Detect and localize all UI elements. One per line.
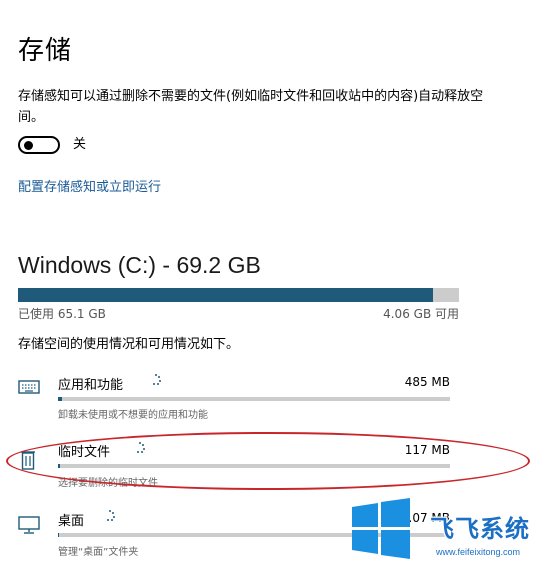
drive-usage-bar (18, 288, 459, 302)
category-usage-bar (58, 464, 450, 468)
usage-summary: 存储空间的使用情况和可用情况如下。 (18, 337, 240, 352)
category-description: 卸载未使用或不想要的应用和功能 (58, 410, 208, 421)
category-size: 117 MB (404, 443, 450, 457)
drive-title: Windows (C:) - 69.2 GB (18, 252, 261, 278)
category-description: 管理“桌面”文件夹 (58, 547, 139, 558)
drive-usage-bar-fill (18, 288, 433, 302)
category-usage-bar-fill (58, 464, 60, 468)
category-description: 选择要删除的临时文件 (58, 478, 158, 489)
category-name: 应用和功能 (58, 378, 124, 393)
storage-sense-description: 存储感知可以通过删除不需要的文件(例如临时文件和回收站中的内容)自动释放空间。 (18, 89, 484, 125)
category-size: 485 MB (404, 375, 450, 389)
category-usage-bar-fill (58, 533, 59, 537)
loading-spinner-icon (134, 442, 146, 454)
keyboard-icon (18, 380, 40, 394)
trash-icon (21, 451, 35, 470)
monitor-icon (18, 516, 40, 534)
category-usage-bar-fill (58, 397, 62, 401)
toggle-state-label: 关 (73, 137, 87, 152)
drive-used-label: 已使用 65.1 GB (18, 307, 106, 321)
category-usage-bar (58, 397, 450, 401)
category-name: 临时文件 (58, 445, 111, 460)
loading-spinner-icon (104, 510, 116, 522)
loading-spinner-icon (150, 374, 162, 386)
watermark: 飞飞系统 www.feifeixitong.com (350, 495, 549, 565)
configure-storage-sense-link[interactable]: 配置存储感知或立即运行 (18, 176, 161, 195)
drive-free-label: 4.06 GB 可用 (383, 307, 459, 321)
toggle-knob (24, 141, 33, 150)
watermark-title: 飞飞系统 (430, 515, 530, 543)
category-name: 桌面 (58, 514, 85, 529)
windows-logo-icon (352, 498, 410, 559)
storage-sense-toggle[interactable] (18, 136, 60, 154)
page-title: 存储 (18, 36, 73, 66)
watermark-url: www.feifeixitong.com (436, 547, 521, 557)
